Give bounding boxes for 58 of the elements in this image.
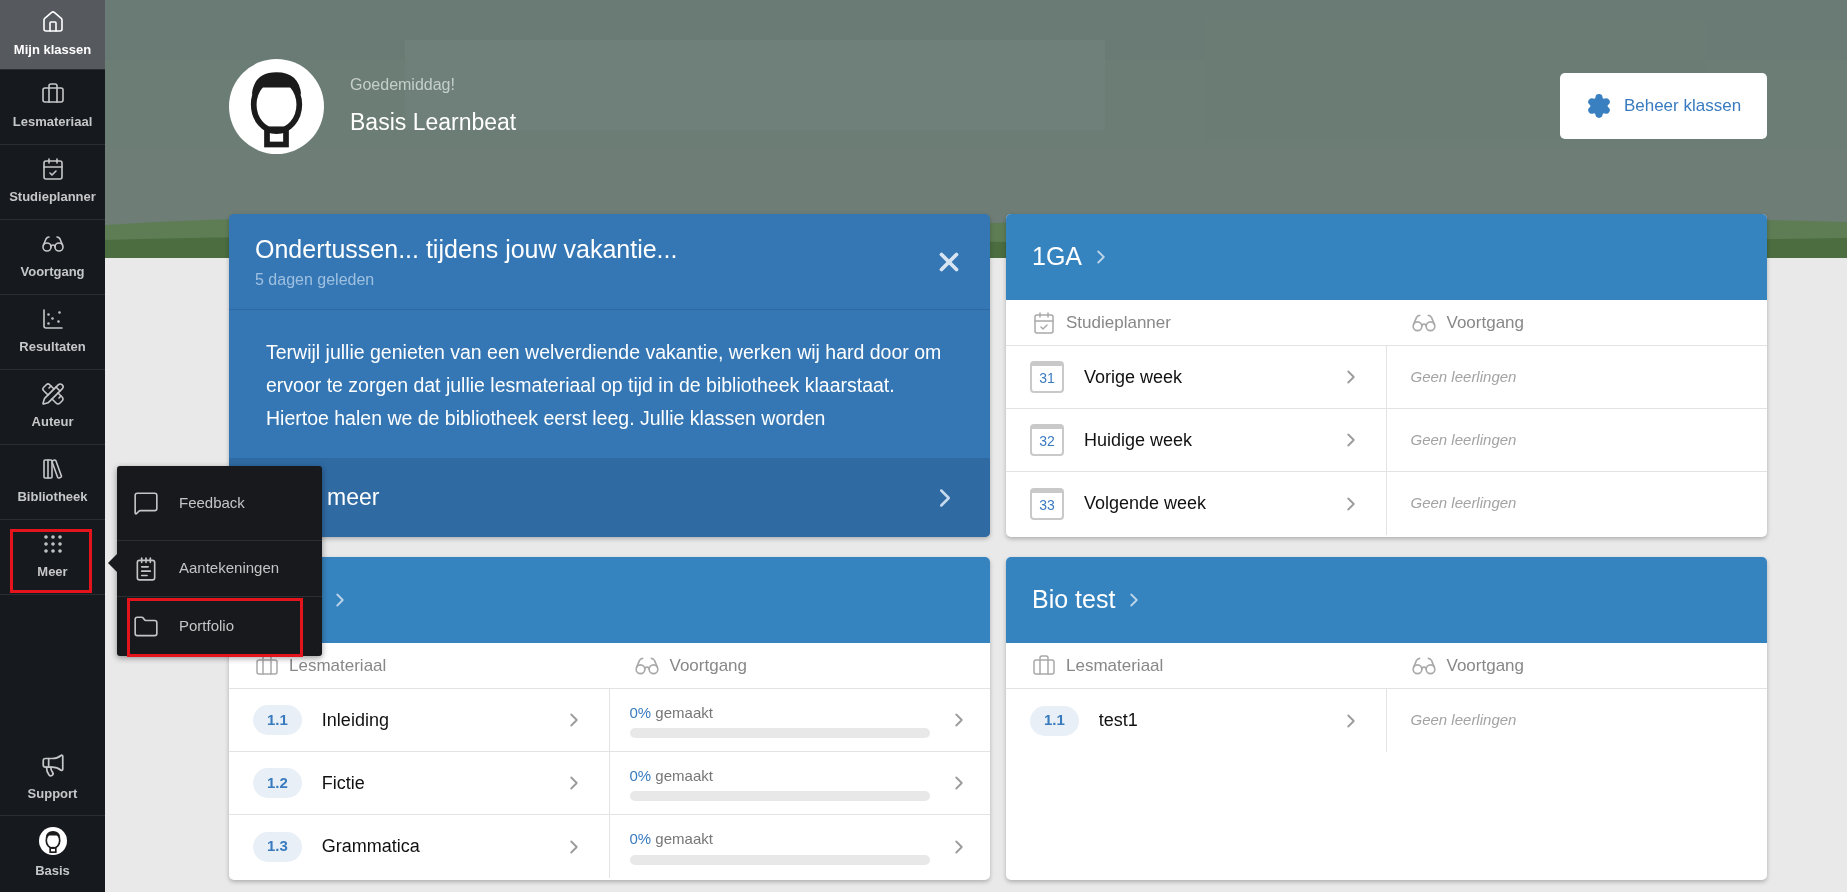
calendar-badge: 33	[1030, 487, 1064, 520]
notice-text: Terwijl jullie genieten van een welverdiende vakantie, werken wij hard door om ervoor te zorgen dat jullie lesmateriaal op tijd in de bibliotheek klaarstaat. Hiertoe halen we de bibliotheek eerst leeg. Jullie klassen worden	[266, 340, 943, 431]
calendar-check-icon	[1032, 310, 1056, 335]
list-item[interactable]: 32 Huidige week	[1006, 409, 1387, 471]
section-number: 1.1	[1030, 705, 1079, 736]
menu-item[interactable]: Aantekeningen	[117, 540, 322, 596]
empty-note: Geen leerlingen	[1410, 710, 1517, 731]
calendar-check-icon	[40, 157, 65, 182]
column-heading: Lesmateriaal	[1066, 654, 1164, 677]
nav-item[interactable]: Resultaten	[0, 295, 105, 370]
section-number: 1.2	[253, 768, 302, 798]
list-item[interactable]: 1.2 Fictie	[229, 752, 610, 814]
nav-item[interactable]: Meer	[0, 520, 105, 595]
empty-note: Geen leerlingen	[1410, 493, 1517, 514]
progress-text: 0% gemaakt	[629, 829, 714, 850]
list-item[interactable]: 1.3 Grammatica	[229, 815, 610, 878]
settings-icon	[1585, 93, 1612, 119]
section-number: 1.3	[253, 831, 302, 862]
books-icon	[40, 457, 65, 482]
megaphone-icon	[39, 751, 66, 778]
section-number: 1.1	[253, 705, 302, 735]
speech-bubble-icon	[133, 490, 159, 516]
progress-text: 0% gemaakt	[629, 765, 714, 786]
list-item[interactable]: 31 Vorige week	[1006, 346, 1387, 408]
home-icon	[40, 9, 65, 34]
scatter-chart-icon	[40, 307, 65, 332]
class-title[interactable]: Bio test	[1032, 581, 1116, 619]
avatar-icon	[38, 827, 67, 856]
column-heading: Voortgang	[1446, 311, 1524, 334]
empty-note: Geen leerlingen	[1410, 429, 1517, 450]
nav-item[interactable]: Bibliotheek	[0, 445, 105, 520]
briefcase-icon	[1032, 653, 1056, 678]
list-item[interactable]: 1.1 test1	[1006, 689, 1387, 752]
column-heading: Lesmateriaal	[289, 654, 387, 677]
column-heading: Voortgang	[1446, 654, 1524, 677]
nav-item[interactable]: Support	[0, 740, 105, 816]
pencil-ruler-icon	[40, 382, 65, 407]
progress-text: 0% gemaakt	[629, 702, 714, 723]
notice-title: Ondertussen... tijdens jouw vakantie...	[255, 233, 678, 265]
calendar-badge: 31	[1030, 361, 1064, 393]
column-heading: Voortgang	[669, 654, 747, 677]
notice-time: 5 dagen geleden	[255, 270, 376, 291]
user-name: Basis Learnbeat	[350, 107, 517, 137]
greeting: Goedemiddag!	[350, 74, 456, 95]
list-item[interactable]: 33 Volgende week	[1006, 472, 1387, 535]
column-heading: Studieplanner	[1066, 311, 1171, 334]
nav-item[interactable]: Basis	[0, 816, 105, 892]
nav-item[interactable]: Auteur	[0, 370, 105, 445]
manage-classes-button[interactable]: Beheer klassen	[1560, 73, 1767, 139]
nav-item[interactable]: Mijn klassen	[0, 0, 105, 70]
card-header[interactable]: 1GA	[1006, 214, 1767, 300]
avatar-icon	[229, 58, 324, 154]
calendar-badge: 32	[1030, 424, 1064, 456]
class-title[interactable]: 1GA	[1032, 238, 1083, 276]
empty-note: Geen leerlingen	[1410, 366, 1517, 387]
menu-item[interactable]: Portfolio	[117, 596, 322, 656]
list-item[interactable]: 1.1 Inleiding	[229, 689, 610, 751]
card-header[interactable]: Bio test	[1006, 557, 1767, 643]
